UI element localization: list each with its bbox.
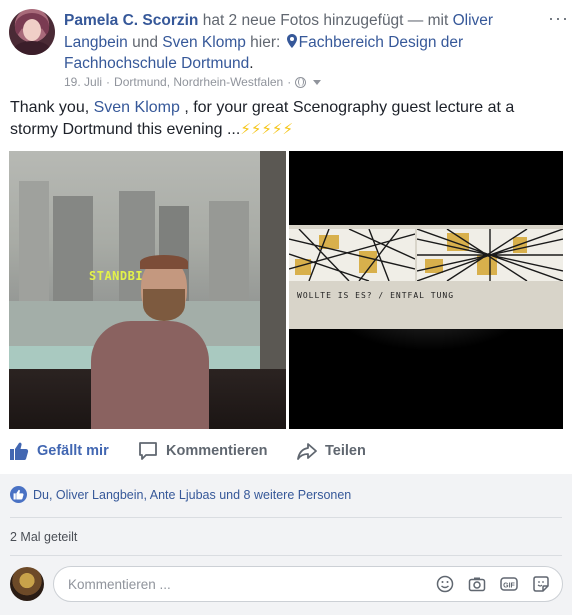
post-text: Thank you, Sven Klomp , for your great S… bbox=[10, 97, 565, 141]
post-card: Pamela C. Scorzin hat 2 neue Fotos hinzu… bbox=[0, 0, 572, 615]
share-button[interactable]: Teilen bbox=[297, 436, 366, 466]
meta-separator-1: · bbox=[106, 75, 111, 89]
emoji-icon[interactable] bbox=[436, 575, 454, 593]
photo-lecture[interactable]: STANDBI bbox=[9, 151, 286, 429]
chevron-down-icon[interactable] bbox=[313, 79, 322, 85]
share-arrow-icon bbox=[297, 443, 317, 460]
comment-input[interactable] bbox=[68, 567, 428, 601]
lightning-emoji: ⚡⚡⚡⚡⚡ bbox=[240, 121, 293, 138]
post-text-before: Thank you, bbox=[10, 99, 94, 116]
projection-text: STANDBI bbox=[89, 269, 144, 283]
comment-icon bbox=[139, 442, 157, 460]
shares-count[interactable]: 2 Mal geteilt bbox=[10, 530, 77, 544]
gif-icon[interactable]: GIF bbox=[500, 575, 518, 593]
share-label: Teilen bbox=[325, 443, 366, 459]
tagged-user-2[interactable]: Sven Klomp bbox=[162, 34, 246, 51]
like-button[interactable]: Gefällt mir bbox=[9, 436, 109, 466]
thumbs-up-icon bbox=[10, 442, 29, 460]
more-options-icon[interactable]: ··· bbox=[548, 8, 569, 29]
photo-sketchbook[interactable]: WOLLTE IS ES? / ENTFAL TUNG bbox=[289, 151, 563, 429]
sticker-icon[interactable] bbox=[532, 575, 550, 593]
post-date[interactable]: 19. Juli bbox=[64, 75, 102, 89]
commenter-avatar bbox=[10, 567, 44, 601]
reactions-text[interactable]: Du, Oliver Langbein, Ante Ljubas und 8 w… bbox=[33, 488, 351, 502]
post-mention[interactable]: Sven Klomp bbox=[94, 99, 180, 116]
post-place[interactable]: Dortmund, Nordrhein-Westfalen bbox=[114, 75, 283, 89]
reactions-summary[interactable]: Du, Oliver Langbein, Ante Ljubas und 8 w… bbox=[10, 486, 351, 503]
meta-separator-2: · bbox=[287, 75, 292, 89]
svg-text:GIF: GIF bbox=[503, 583, 515, 590]
location-pin-icon bbox=[286, 33, 297, 48]
post-meta: 19. Juli · Dortmund, Nordrhein-Westfalen… bbox=[64, 75, 322, 89]
sketch-panel-right bbox=[417, 229, 563, 281]
comment-box[interactable]: GIF bbox=[53, 566, 563, 602]
sketch-text: WOLLTE IS ES? / ENTFAL TUNG bbox=[297, 291, 455, 300]
speaker-shirt bbox=[91, 321, 209, 429]
globe-icon[interactable] bbox=[295, 76, 307, 88]
like-label: Gefällt mir bbox=[37, 443, 109, 459]
comment-button[interactable]: Kommentieren bbox=[138, 436, 268, 466]
post-header: Pamela C. Scorzin hat 2 neue Fotos hinzu… bbox=[64, 10, 514, 75]
and-text: und bbox=[127, 33, 163, 51]
author-name[interactable]: Pamela C. Scorzin bbox=[64, 12, 198, 29]
camera-icon[interactable] bbox=[468, 575, 486, 593]
author-avatar[interactable] bbox=[9, 9, 55, 55]
header-period: . bbox=[249, 55, 254, 72]
action-bar: Gefällt mir Kommentieren Teilen bbox=[0, 436, 572, 466]
comment-tools: GIF bbox=[436, 575, 550, 593]
comment-label: Kommentieren bbox=[166, 443, 268, 459]
action-text: hat 2 neue Fotos hinzugefügt — mit bbox=[198, 12, 453, 29]
sketch-panel-left bbox=[289, 229, 415, 281]
here-text: hier: bbox=[245, 33, 285, 51]
like-reaction-icon bbox=[10, 486, 27, 503]
